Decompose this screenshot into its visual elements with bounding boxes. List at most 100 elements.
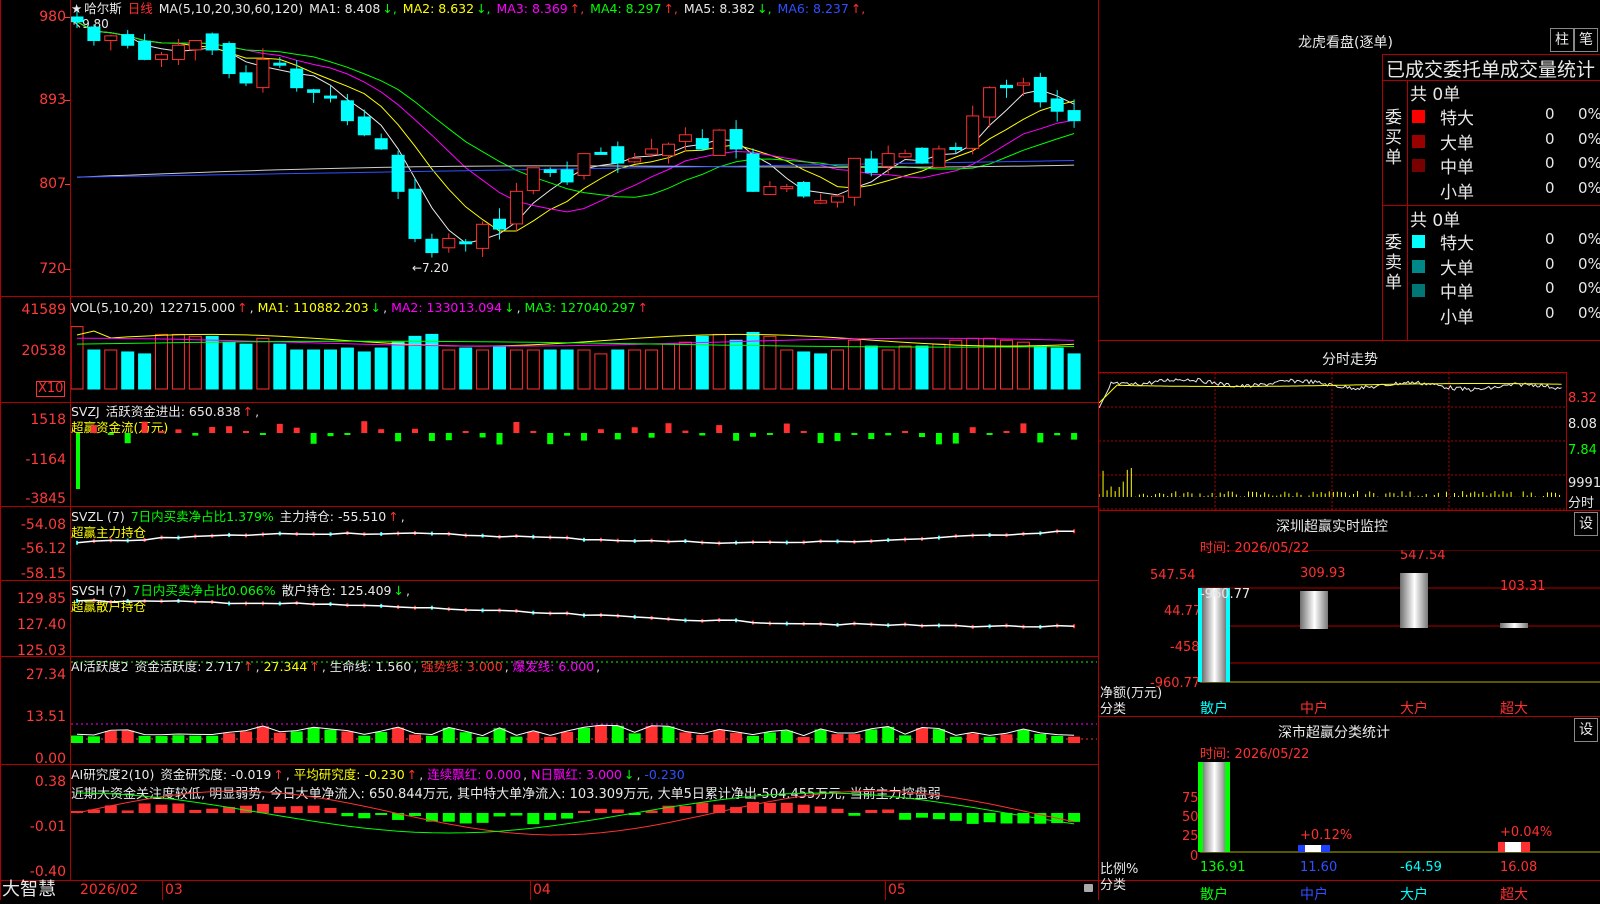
- order-percent: 0%: [1578, 105, 1600, 123]
- candle-body: [71, 16, 84, 23]
- tab-bar-view[interactable]: 柱: [1550, 28, 1574, 52]
- flow-bar: [395, 433, 402, 442]
- flow-bar: [614, 433, 621, 440]
- sz-bar-shine: [1204, 588, 1205, 682]
- research-bar: [899, 813, 912, 820]
- research-bar: [121, 810, 134, 813]
- volume-bar: [898, 345, 912, 390]
- activity-bar: [155, 736, 168, 743]
- class-category: 散户: [1200, 887, 1228, 903]
- ai-activity-chart[interactable]: [71, 657, 1097, 764]
- sz-bar-shine: [1209, 588, 1210, 682]
- sz-bar: [1522, 623, 1523, 628]
- research-bar: [578, 811, 590, 813]
- sz-category-label: 分类: [1100, 702, 1127, 717]
- research-bar: [189, 809, 202, 813]
- research-bar: [780, 802, 793, 813]
- settings-button[interactable]: 设: [1574, 512, 1598, 536]
- flow-bar: [428, 433, 435, 441]
- settings-button[interactable]: 设: [1574, 718, 1598, 742]
- sz-bar-shine: [1220, 588, 1221, 682]
- activity-bar: [256, 726, 269, 743]
- candle-body: [915, 147, 929, 164]
- class-bar-shine: [1218, 762, 1219, 852]
- flow-bar: [986, 433, 993, 435]
- activity-bar: [273, 732, 286, 743]
- main-force-position-chart[interactable]: [71, 507, 1097, 580]
- flow-bar: [445, 433, 452, 441]
- sz-bar: [1423, 573, 1424, 628]
- flow-bar: [1003, 431, 1010, 433]
- tab-tick-view[interactable]: 笔: [1574, 28, 1598, 52]
- volume-bar: [324, 349, 337, 390]
- flow-bar: [631, 427, 638, 433]
- sz-value-label: 103.31: [1500, 579, 1546, 594]
- activity-bar: [476, 736, 489, 743]
- order-count: 0: [1545, 254, 1555, 273]
- sz-bar: [1427, 573, 1428, 628]
- research-bar: [594, 808, 607, 813]
- research-bar: [527, 813, 540, 825]
- intraday-avg-line: [1099, 383, 1562, 404]
- sz-bar: [1524, 623, 1525, 628]
- flow-bar: [766, 433, 773, 435]
- date-axis-label: 2026/02: [80, 882, 139, 898]
- volume-bar: [138, 353, 152, 390]
- research-bar: [375, 813, 388, 815]
- flow-bar: [783, 423, 790, 433]
- volume-bar: [222, 341, 236, 390]
- volume-chart[interactable]: [71, 297, 1097, 402]
- candle-body: [509, 190, 523, 225]
- retail-position-chart[interactable]: [71, 581, 1097, 656]
- flow-bar: [496, 433, 503, 445]
- candlestick-chart[interactable]: [71, 0, 1097, 296]
- sz-bar: [1415, 573, 1416, 628]
- buy-side-label: 委买单: [1385, 108, 1402, 168]
- flow-bar: [107, 433, 114, 435]
- candle-body: [729, 129, 743, 150]
- lock-icon[interactable]: [1084, 884, 1093, 892]
- fund-flow-chart[interactable]: [71, 403, 1097, 506]
- legend-swatch-icon: [1412, 235, 1425, 248]
- volume-bar: [729, 339, 743, 390]
- activity-bar: [307, 727, 320, 743]
- vol-unit-badge[interactable]: X10: [36, 381, 66, 397]
- research-bar: [679, 806, 692, 813]
- volume-bar: [442, 349, 456, 390]
- sz-bar: [1410, 573, 1411, 628]
- legend-swatch-icon: [1412, 284, 1425, 297]
- volume-bar: [239, 343, 253, 390]
- intraday-price-label: 8.08: [1568, 417, 1597, 432]
- intraday-chart[interactable]: [1099, 373, 1566, 510]
- sz-bar: [1318, 591, 1319, 629]
- class-bar-shine: [1223, 762, 1224, 852]
- sz-bar: [1513, 623, 1514, 628]
- sz-bar-shine: [1208, 588, 1209, 682]
- research-bar: [611, 809, 624, 813]
- order-percent: 0%: [1578, 230, 1600, 248]
- sz-bar-shine: [1223, 588, 1224, 682]
- sz-bar: [1319, 591, 1320, 629]
- sz-monitor-chart[interactable]: -960.77 309.93 547.54 103.31: [1100, 550, 1600, 710]
- activity-bar: [1034, 733, 1047, 743]
- research-bar: [493, 813, 506, 817]
- sz-bar-shine: [1213, 588, 1214, 682]
- sz-bar-shine: [1206, 588, 1207, 682]
- volume-bar: [374, 347, 388, 390]
- sz-bar: [1308, 591, 1309, 629]
- volume-bar: [273, 343, 287, 390]
- candle-body: [121, 34, 135, 46]
- sz-category: 散户: [1200, 701, 1228, 717]
- order-percent: 0%: [1578, 129, 1600, 148]
- legend-swatch-icon: [1412, 134, 1425, 148]
- sell-total: 共 0单: [1410, 211, 1461, 231]
- sz-bar: [1327, 591, 1328, 629]
- research-bar: [442, 813, 455, 822]
- activity-bar: [324, 729, 337, 743]
- activity-bar: [1017, 729, 1030, 743]
- activity-bar: [899, 735, 912, 743]
- flow-bar: [648, 433, 655, 438]
- sz-bar: [1316, 591, 1317, 629]
- ai-research-chart[interactable]: [71, 765, 1097, 880]
- sz-bar: [1403, 573, 1404, 628]
